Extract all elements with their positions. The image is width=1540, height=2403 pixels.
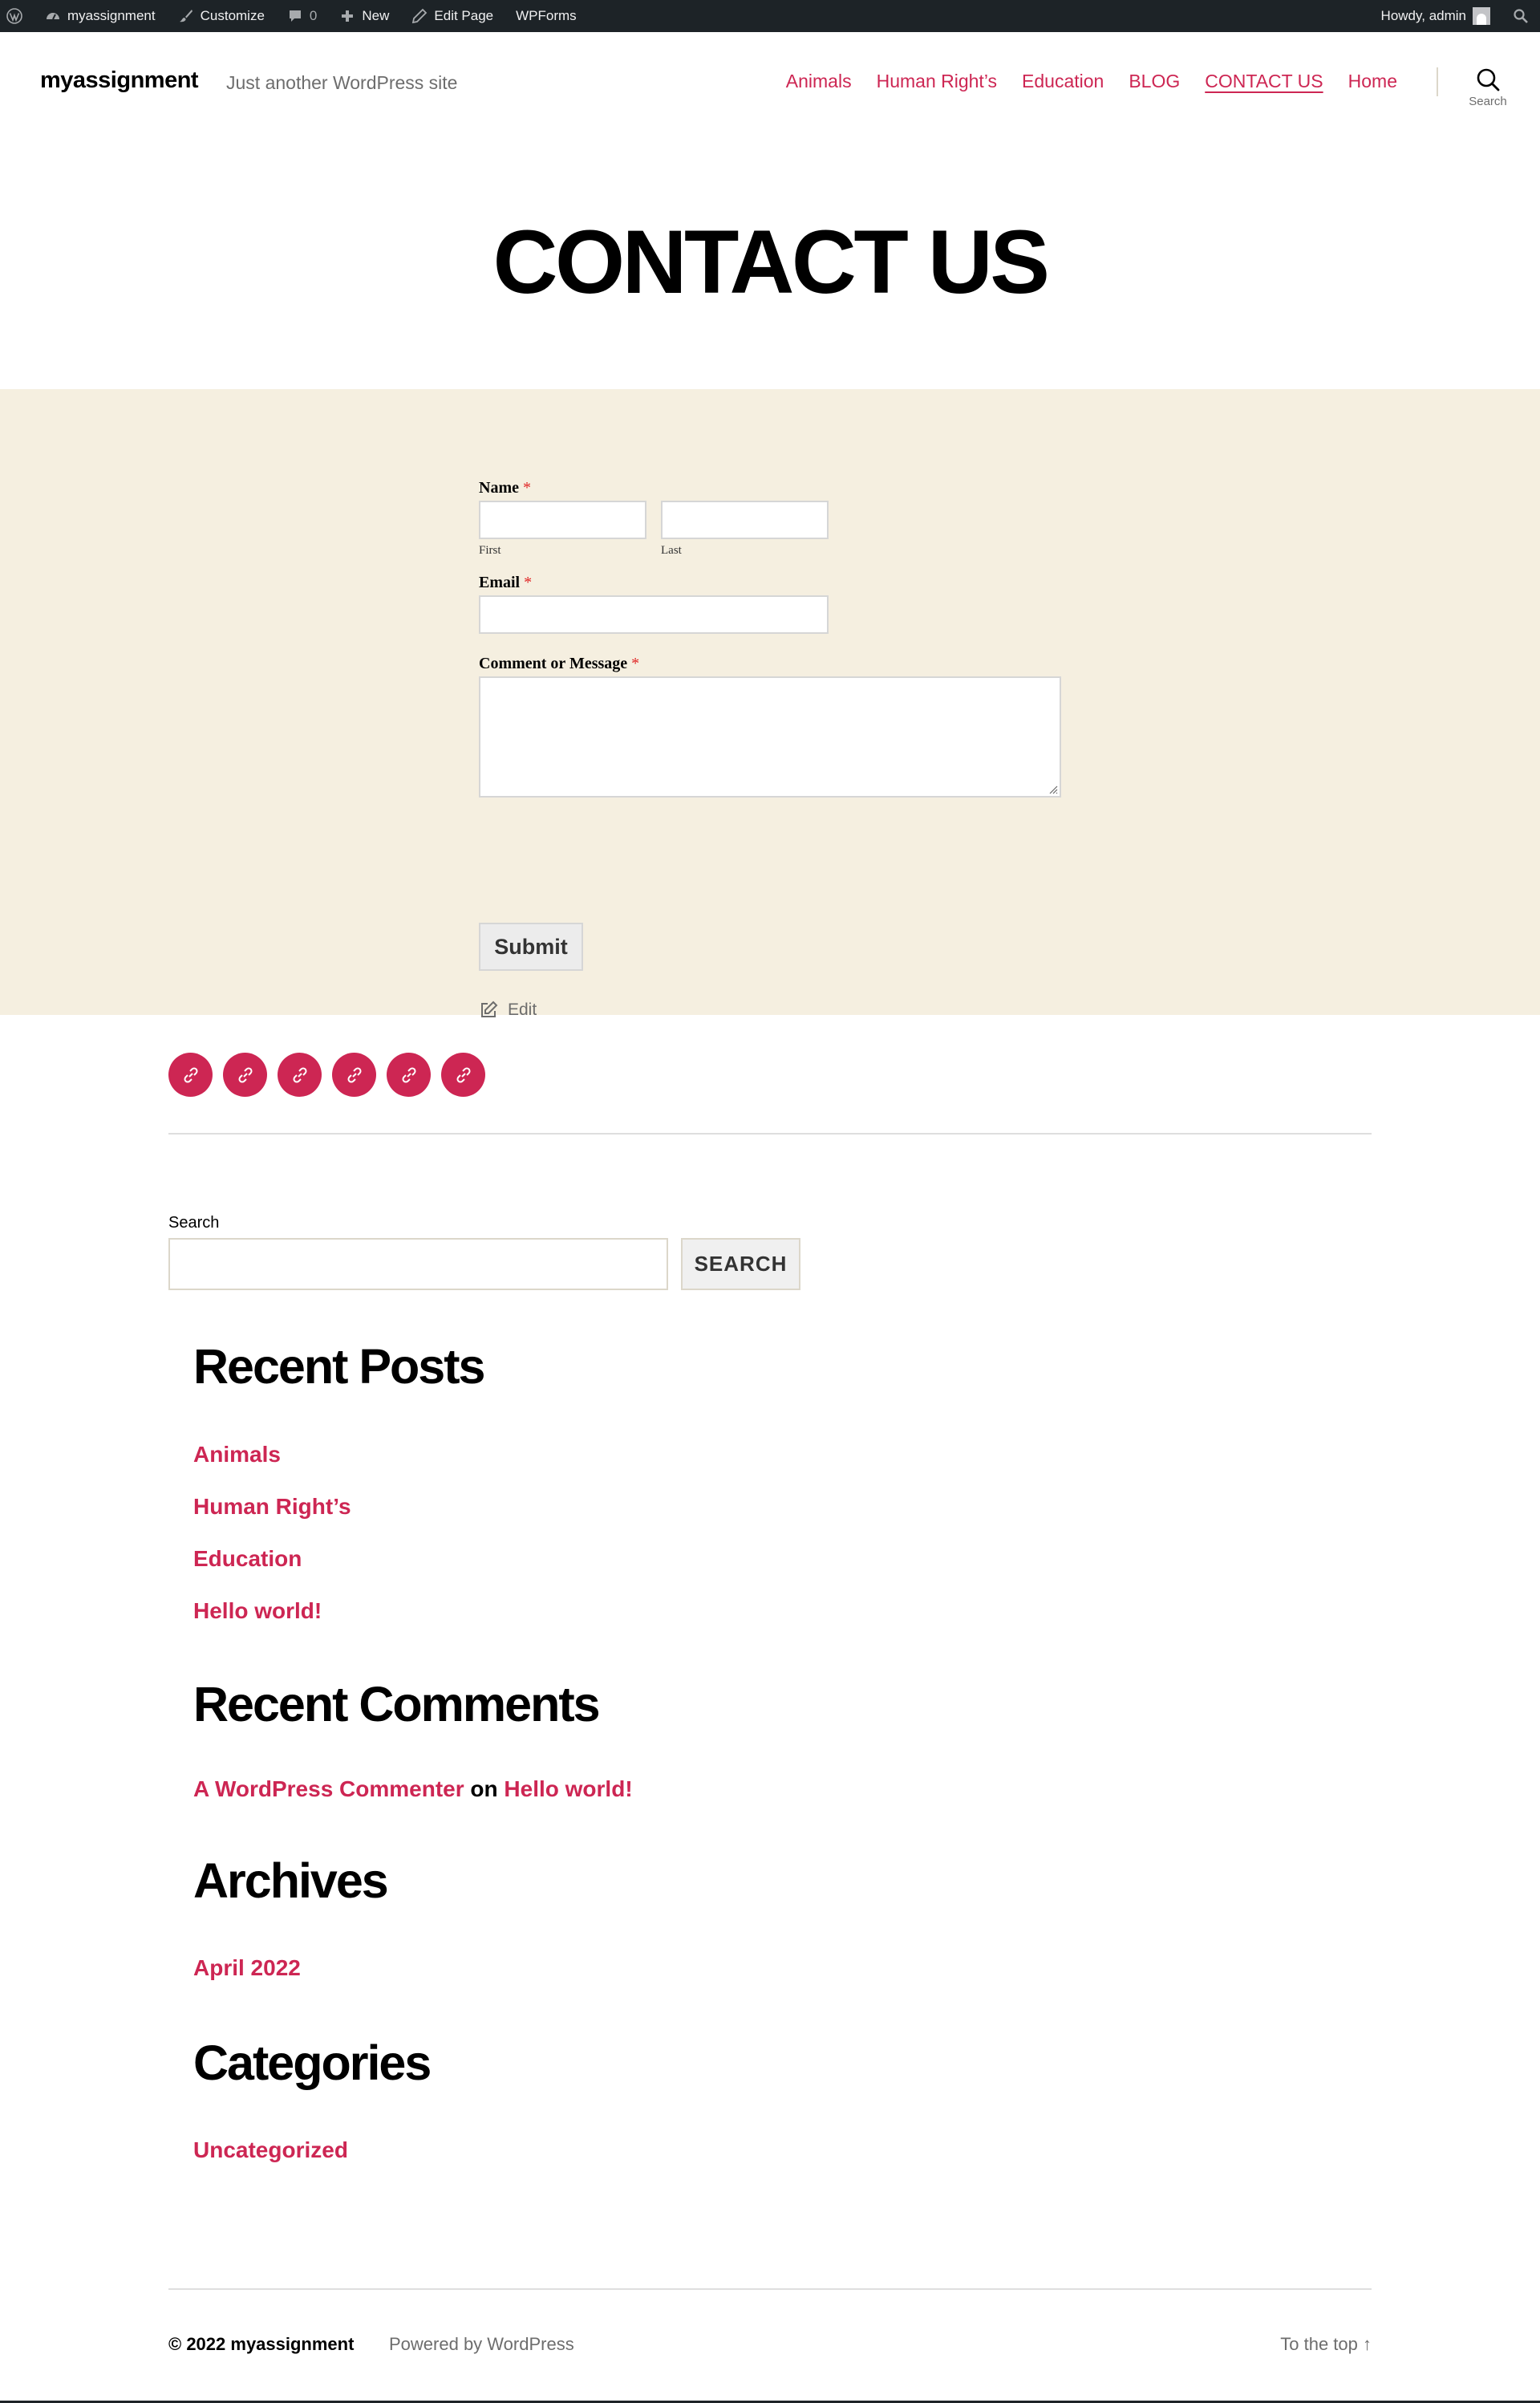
plus-icon [342,10,354,22]
to-the-top-link[interactable]: To the top ↑ [1280,2334,1372,2355]
recent-post-human-rights[interactable]: Human Right’s [193,1494,351,1520]
search-toggle-label: Search [1469,95,1507,108]
resize-handle-icon[interactable] [1047,783,1058,794]
social-link-2[interactable] [223,1053,267,1097]
comment-post-link[interactable]: Hello world! [504,1776,632,1801]
recent-posts-title: Recent Posts [193,1339,485,1394]
social-link-1[interactable] [168,1053,213,1097]
search-input[interactable] [168,1238,668,1290]
social-link-5[interactable] [387,1053,431,1097]
link-icon [237,1066,253,1083]
nav-item-blog[interactable]: BLOG [1129,71,1180,92]
admin-new-label: New [362,8,390,23]
admin-site-name: myassignment [67,8,156,23]
required-mark: * [631,655,640,672]
nav-item-animals[interactable]: Animals [786,71,852,92]
edit-link[interactable]: Edit [479,1001,537,1020]
nav-item-home[interactable]: Home [1348,71,1397,92]
primary-nav: Animals Human Right’s Education BLOG CON… [786,71,1397,92]
archive-link-april-2022[interactable]: April 2022 [193,1955,301,1981]
admin-howdy: Howdy, admin [1380,8,1466,23]
avatar [1473,7,1490,25]
admin-comments-count: 0 [309,8,318,23]
footer-powered-by[interactable]: Powered by WordPress [389,2334,574,2355]
footer-top-divider [168,2288,1372,2290]
comment-icon [289,10,301,22]
link-icon [292,1066,307,1083]
admin-comments-link[interactable]: 0 [276,0,328,32]
pencil-icon [412,8,428,24]
admin-new-link[interactable]: New [328,0,400,32]
site-header: myassignment Just another WordPress site… [0,32,1540,136]
social-link-4[interactable] [332,1053,376,1097]
site-description: Just another WordPress site [226,72,458,93]
search-icon [1514,9,1528,23]
email-field[interactable] [479,595,829,634]
site-title[interactable]: myassignment [40,67,199,94]
recent-post-hello-world[interactable]: Hello world! [193,1598,322,1624]
link-icon [401,1066,416,1083]
first-name-input[interactable] [479,501,646,539]
admin-wpforms-label: WPForms [516,8,577,23]
required-mark: * [524,574,533,591]
link-icon [346,1066,362,1083]
recent-post-education[interactable]: Education [193,1546,302,1572]
social-link-3[interactable] [278,1053,322,1097]
last-name-input[interactable] [661,501,829,539]
nav-item-human-rights[interactable]: Human Right’s [877,71,997,92]
nav-item-education[interactable]: Education [1022,71,1104,92]
name-field-label: Name * [479,479,531,497]
edit-icon [481,1001,498,1017]
recent-post-animals[interactable]: Animals [193,1442,281,1467]
first-name-sublabel: First [479,544,501,557]
category-link-uncategorized[interactable]: Uncategorized [193,2137,348,2163]
social-link-6[interactable] [441,1053,485,1097]
admin-search-button[interactable] [1502,0,1540,32]
required-mark: * [522,479,531,497]
contact-form-section: Name * First Last Email * Comment or Mes… [0,389,1540,1019]
nav-item-contact-us[interactable]: CONTACT US [1205,71,1323,92]
search-widget-label: Search [168,1214,220,1232]
search-toggle-button[interactable]: Search [1463,66,1513,108]
search-button[interactable]: SEARCH [681,1238,800,1290]
edit-label: Edit [508,1001,537,1019]
admin-site-link[interactable]: myassignment [34,0,167,32]
categories-title: Categories [193,2036,432,2090]
admin-edit-page-label: Edit Page [434,8,494,23]
search-icon [1477,68,1500,91]
admin-wpforms-link[interactable]: WPForms [505,0,588,32]
admin-customize-link[interactable]: Customize [167,0,276,32]
admin-customize-label: Customize [200,8,265,23]
email-field-label: Email * [479,574,533,591]
message-field-label: Comment or Message * [479,655,640,672]
link-icon [183,1066,198,1083]
message-textarea[interactable] [479,676,1061,798]
archives-title: Archives [193,1853,389,1908]
submit-button[interactable]: Submit [479,923,583,971]
wordpress-logo-icon[interactable] [0,0,34,32]
last-name-sublabel: Last [661,544,682,557]
admin-edit-page-link[interactable]: Edit Page [400,0,505,32]
recent-comments-title: Recent Comments [193,1677,601,1731]
social-links [168,1053,485,1097]
footer-copyright[interactable]: © 2022 myassignment [168,2334,354,2355]
link-icon [456,1066,471,1083]
nav-divider [1437,67,1438,96]
admin-bar: myassignment Customize 0 New Edit Page W… [0,0,1540,32]
dashboard-icon [47,13,59,20]
footer-divider [168,1133,1372,1135]
recent-comment-item: A WordPress Commenter on Hello world! [193,1776,633,1802]
brush-icon [179,10,192,22]
admin-account-menu[interactable]: Howdy, admin [1370,0,1502,32]
contact-form: Name * First Last Email * Comment or Mes… [479,479,1072,1019]
page-title: CONTACT US [492,212,1050,312]
comment-on-text: on [470,1776,498,1801]
comment-author-link[interactable]: A WordPress Commenter [193,1776,464,1801]
